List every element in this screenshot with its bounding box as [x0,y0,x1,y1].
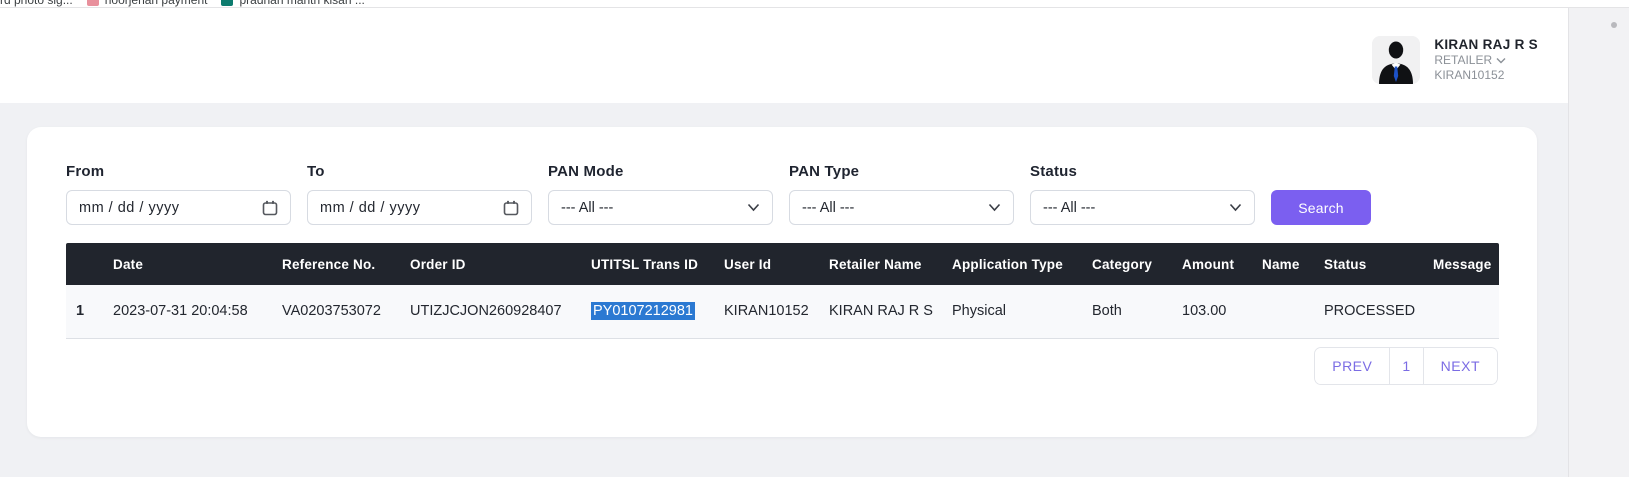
column-header-category: Category [1086,243,1176,285]
selected-text: PY0107212981 [591,302,695,320]
calendar-icon[interactable] [503,200,519,216]
bottom-strip [0,477,1629,493]
calendar-icon[interactable] [262,200,278,216]
pan-mode-label: PAN Mode [548,163,773,180]
chevron-down-icon [988,203,1001,212]
filters-row: From mm / dd / yyyy To mm / dd / yyyy PA… [66,163,1371,225]
favicon-icon [221,0,233,6]
user-id: KIRAN10152 [1434,68,1538,83]
filter-from: From mm / dd / yyyy [66,163,291,225]
transactions-table: Date Reference No. Order ID UTITSL Trans… [66,243,1499,339]
cell-amount: 103.00 [1176,285,1256,338]
user-role-dropdown[interactable]: RETAILER [1434,53,1538,68]
column-header-amount: Amount [1176,243,1256,285]
cell-reference-no: VA0203753072 [276,285,404,338]
bookmark-item[interactable]: rd photo sig... [0,0,73,7]
bookmark-item[interactable]: noorjehan payment [87,0,208,7]
bookmark-label: rd photo sig... [0,0,73,7]
browser-bookmarks-bar: rd photo sig... noorjehan payment pradha… [0,0,1629,8]
cell-name [1256,285,1318,338]
column-header-utitsl-trans-id: UTITSL Trans ID [585,243,718,285]
filter-to: To mm / dd / yyyy [307,163,532,225]
table-row[interactable]: 1 2023-07-31 20:04:58 VA0203753072 UTIZJ… [66,285,1499,338]
column-header-retailer-name: Retailer Name [823,243,946,285]
cell-status: PROCESSED [1318,285,1427,338]
app-header: KIRAN RAJ R S RETAILER KIRAN10152 [0,8,1568,103]
to-label: To [307,163,532,180]
cell-utitsl-trans-id: PY0107212981 [585,285,718,338]
transactions-card: From mm / dd / yyyy To mm / dd / yyyy PA… [27,127,1537,437]
from-date-input[interactable]: mm / dd / yyyy [66,190,291,225]
pagination: PREV 1 NEXT [1314,347,1498,385]
screen: rd photo sig... noorjehan payment pradha… [0,0,1629,493]
page-number-button[interactable]: 1 [1390,348,1423,384]
status-select[interactable]: --- All --- [1030,190,1255,225]
cell-user-id: KIRAN10152 [718,285,823,338]
pan-type-select[interactable]: --- All --- [789,190,1014,225]
pan-mode-select[interactable]: --- All --- [548,190,773,225]
pan-mode-value: --- All --- [561,200,613,216]
date-placeholder: mm / dd / yyyy [320,200,420,216]
chevron-down-icon [1229,203,1242,212]
user-name: KIRAN RAJ R S [1434,37,1538,54]
column-header-application-type: Application Type [946,243,1086,285]
chevron-down-icon [1496,57,1506,64]
cell-date: 2023-07-31 20:04:58 [107,285,276,338]
index-column-header [66,243,107,285]
prev-page-button[interactable]: PREV [1315,348,1390,384]
to-date-input[interactable]: mm / dd / yyyy [307,190,532,225]
pan-type-label: PAN Type [789,163,1014,180]
cell-message [1427,285,1499,338]
cell-retailer-name: KIRAN RAJ R S [823,285,946,338]
date-placeholder: mm / dd / yyyy [79,200,179,216]
bookmark-label: noorjehan payment [105,0,208,7]
cell-index: 1 [66,285,107,338]
column-header-reference-no: Reference No. [276,243,404,285]
cell-category: Both [1086,285,1176,338]
favicon-icon [87,0,99,6]
column-header-date: Date [107,243,276,285]
cell-order-id: UTIZJCJON260928407 [404,285,585,338]
column-header-status: Status [1318,243,1427,285]
cell-application-type: Physical [946,285,1086,338]
filter-pan-mode: PAN Mode --- All --- [548,163,773,225]
column-header-name: Name [1256,243,1318,285]
column-header-user-id: User Id [718,243,823,285]
bookmark-item[interactable]: pradhan mantri kisan ... [221,0,364,7]
user-role-label: RETAILER [1434,53,1492,68]
avatar [1372,36,1420,84]
search-button[interactable]: Search [1271,190,1371,225]
chevron-down-icon [747,203,760,212]
from-label: From [66,163,291,180]
next-page-button[interactable]: NEXT [1424,348,1497,384]
scrollbar-thumb[interactable] [1611,22,1617,28]
pan-type-value: --- All --- [802,200,854,216]
column-header-order-id: Order ID [404,243,585,285]
status-label: Status [1030,163,1255,180]
status-value: --- All --- [1043,200,1095,216]
filter-pan-type: PAN Type --- All --- [789,163,1014,225]
user-profile[interactable]: KIRAN RAJ R S RETAILER KIRAN10152 [1372,36,1538,84]
table-header-row: Date Reference No. Order ID UTITSL Trans… [66,243,1499,285]
filter-status: Status --- All --- [1030,163,1255,225]
column-header-message: Message [1427,243,1499,285]
bookmark-label: pradhan mantri kisan ... [239,0,364,7]
scrollbar-track[interactable] [1568,8,1629,477]
